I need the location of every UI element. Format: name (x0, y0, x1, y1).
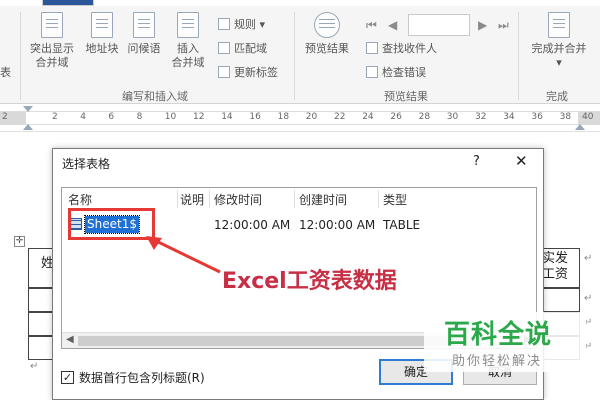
help-icon[interactable]: ? (473, 154, 480, 169)
greeting-line-button[interactable]: 问候语 (124, 12, 164, 56)
rules-button[interactable]: 规则 ▾ (218, 16, 265, 32)
ruler-number: 22 (334, 112, 346, 122)
table-move-handle-icon[interactable]: ✛ (14, 236, 25, 247)
header-row-checkbox-label[interactable]: 数据首行包含列标题(R) (79, 369, 205, 386)
column-header-type[interactable]: 类型 (383, 191, 407, 208)
arrow-shaft (153, 238, 221, 274)
ruler-number: 36 (531, 112, 543, 122)
ruler-number: 34 (503, 112, 515, 122)
ruler-number: 26 (390, 112, 402, 122)
group-label-write-insert: 编写和插入域 (122, 90, 188, 103)
ruler-number: 14 (221, 112, 233, 122)
highlight-fields-icon (41, 12, 63, 38)
preview-results-button[interactable]: 预览结果 (298, 12, 356, 56)
column-header-modified[interactable]: 修改时间 (214, 191, 262, 208)
preview-abc-icon (314, 12, 340, 38)
header-row-checkbox[interactable]: ✓ (61, 371, 74, 384)
word-window: 表 突出显示 合并域 地址块 问候语 插入 合并域 规则 ▾ 匹配域 更新标签 … (0, 0, 600, 400)
paragraph-mark-icon: ↵ (30, 361, 39, 372)
finish-merge-icon (548, 12, 570, 38)
match-fields-icon (218, 42, 230, 54)
ruler-number: 6 (108, 112, 115, 122)
ruler-number: 4 (80, 112, 86, 122)
row-type: TABLE (383, 218, 421, 232)
match-fields-button[interactable]: 匹配域 (218, 40, 267, 56)
watermark-title: 百科全说 (444, 320, 553, 350)
highlight-merge-fields-button[interactable]: 突出显示 合并域 (26, 12, 78, 70)
column-divider[interactable] (209, 190, 210, 208)
insert-field-icon (177, 12, 199, 38)
close-icon[interactable]: ✕ (515, 152, 528, 170)
ribbon-separator (20, 12, 21, 100)
column-divider[interactable] (294, 190, 295, 208)
record-number-input[interactable] (408, 14, 470, 36)
finish-merge-button[interactable]: 完成并合并 ▾ (524, 12, 594, 70)
ribbon-separator (518, 12, 519, 100)
ruler-number: 38 (559, 112, 572, 122)
annotation-arrow-icon (146, 236, 221, 274)
watermark-subtitle: 助你轻松解决 (452, 354, 543, 369)
ruler-number: 2 (2, 112, 8, 122)
row-created: 12:00:00 AM (299, 218, 376, 232)
cell-text: 实发 工资 (542, 251, 569, 282)
group-label-finish: 完成 (546, 90, 568, 103)
ruler-number: 12 (193, 112, 205, 122)
ribbon-partial-label: 表 (0, 66, 11, 79)
table-cell[interactable]: 实发 工资 (538, 248, 580, 288)
column-header-created[interactable]: 创建时间 (299, 191, 347, 208)
column-divider[interactable] (177, 190, 178, 208)
check-errors-button[interactable]: 检查错误 (366, 64, 426, 80)
watermark: 百科全说 助你轻松解决 (424, 312, 586, 372)
check-errors-icon (366, 66, 378, 78)
right-indent-marker[interactable] (575, 124, 585, 130)
update-labels-icon (218, 66, 230, 78)
paragraph-mark-icon: ↵ (584, 253, 593, 264)
ruler-number: 24 (362, 112, 374, 122)
ruler-number: 32 (475, 112, 487, 122)
dialog-title: 选择表格 (62, 157, 111, 171)
rules-icon (218, 18, 230, 30)
ruler-number: 40 (582, 112, 594, 122)
ruler-number: 8 (136, 112, 143, 122)
find-recipient-icon (366, 42, 378, 54)
annotation-label: Excel工资表数据 (222, 269, 397, 294)
greeting-line-icon (133, 12, 155, 38)
first-line-indent-marker[interactable] (23, 106, 33, 112)
scroll-left-icon[interactable]: ◀ (66, 334, 74, 345)
ruler-number: 2 (52, 112, 58, 122)
find-recipient-button[interactable]: 查找收件人 (366, 40, 437, 56)
column-divider[interactable] (378, 190, 379, 208)
next-record-icon[interactable]: ▶ (478, 18, 487, 32)
hanging-indent-marker[interactable] (23, 124, 33, 130)
table-cell[interactable] (538, 288, 580, 312)
column-header-description[interactable]: 说明 (180, 191, 204, 208)
scrollbar-thumb[interactable] (78, 336, 478, 346)
last-record-icon[interactable]: ⏭ (498, 18, 509, 33)
first-record-icon[interactable]: ⏮ (366, 18, 377, 33)
ruler-number: 16 (249, 112, 261, 122)
ribbon-separator (294, 12, 295, 100)
ruler-number: 20 (305, 112, 318, 122)
previous-record-icon[interactable]: ◀ (388, 18, 397, 32)
update-labels-button[interactable]: 更新标签 (218, 64, 278, 80)
ruler-number: 18 (277, 112, 290, 122)
ruler-number: 10 (164, 112, 177, 122)
column-header-name[interactable]: 名称 (68, 191, 92, 208)
address-block-icon (91, 12, 113, 38)
horizontal-ruler[interactable]: 2 2 4 6 8 10 12 14 16 18 20 22 24 26 28 30 32 34 36 38 40 (0, 104, 600, 132)
paragraph-mark-icon: ↵ (584, 293, 593, 304)
insert-merge-field-button[interactable]: 插入 合并域 (164, 12, 212, 70)
ribbon: 表 突出显示 合并域 地址块 问候语 插入 合并域 规则 ▾ 匹配域 更新标签 … (0, 6, 600, 104)
address-block-button[interactable]: 地址块 (82, 12, 122, 56)
group-label-preview: 预览结果 (384, 90, 428, 103)
ruler-number: 28 (418, 112, 431, 122)
ruler-number: 30 (446, 112, 459, 122)
